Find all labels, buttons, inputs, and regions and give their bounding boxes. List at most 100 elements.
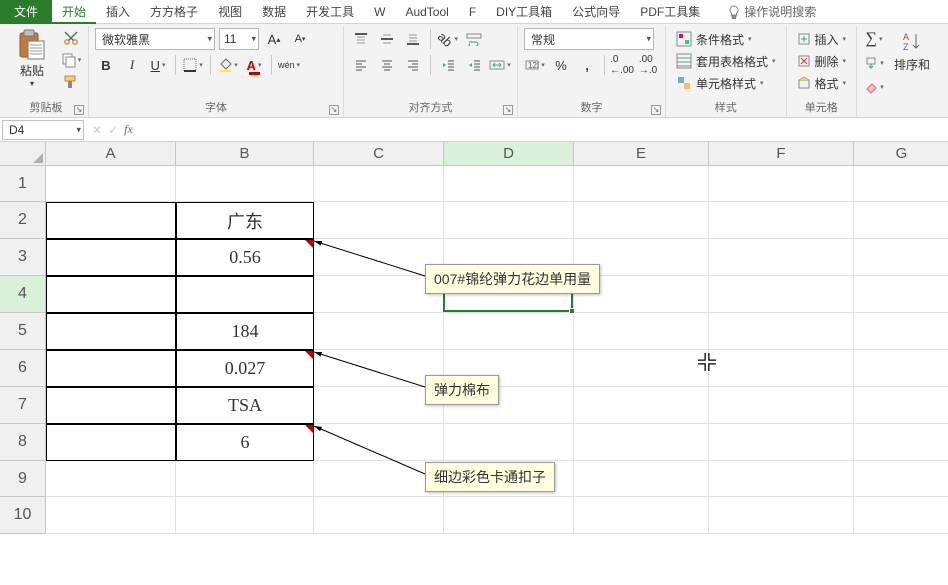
shrink-font-button[interactable]: A▾ (289, 28, 311, 50)
align-left-button[interactable] (350, 54, 372, 76)
cell-A4[interactable] (46, 276, 176, 313)
autosum-button[interactable]: ∑▾ (863, 28, 885, 50)
font-name-select[interactable]: 微软雅黑▾ (95, 28, 215, 50)
align-top-button[interactable] (350, 28, 372, 50)
row-header-3[interactable]: 3 (0, 239, 46, 276)
comment-indicator[interactable] (305, 425, 313, 433)
tab-view[interactable]: 视图 (208, 0, 252, 24)
clear-button[interactable]: ▾ (863, 76, 885, 98)
tab-audtool[interactable]: AudTool (395, 0, 458, 24)
col-header-F[interactable]: F (709, 142, 854, 166)
cell-A2[interactable] (46, 202, 176, 239)
increase-indent-button[interactable] (463, 54, 485, 76)
align-right-button[interactable] (402, 54, 424, 76)
comment-indicator[interactable] (305, 240, 313, 248)
name-box[interactable]: D4▾ (2, 120, 84, 140)
tab-dev[interactable]: 开发工具 (296, 0, 364, 24)
sort-filter-button[interactable]: AZ 排序和 (891, 28, 933, 73)
row-header-1[interactable]: 1 (0, 166, 46, 202)
align-launcher[interactable]: ↘ (503, 105, 513, 115)
col-header-A[interactable]: A (46, 142, 176, 166)
tell-me[interactable]: 操作说明搜索 (718, 0, 826, 24)
format-cells-button[interactable]: 格式▾ (793, 72, 851, 94)
enter-formula-button[interactable]: ✓ (108, 123, 118, 137)
align-center-button[interactable] (376, 54, 398, 76)
col-header-B[interactable]: B (176, 142, 314, 166)
cell-B7[interactable]: TSA (176, 387, 314, 424)
cell-B6[interactable]: 0.027 (176, 350, 314, 387)
cell-A8[interactable] (46, 424, 176, 461)
cancel-formula-button[interactable]: ✕ (92, 123, 102, 137)
col-header-G[interactable]: G (854, 142, 948, 166)
tab-data[interactable]: 数据 (252, 0, 296, 24)
fill-color-button[interactable]: ▾ (217, 54, 239, 76)
paste-button[interactable]: 粘贴 ▾ (10, 28, 54, 88)
tab-diy[interactable]: DIY工具箱 (486, 0, 562, 24)
delete-cells-button[interactable]: 删除▾ (793, 50, 851, 72)
col-header-E[interactable]: E (574, 142, 709, 166)
accounting-format-button[interactable]: 123▾ (524, 54, 546, 76)
row-header-10[interactable]: 10 (0, 497, 46, 534)
italic-button[interactable]: I (121, 54, 143, 76)
cell-A3[interactable] (46, 239, 176, 276)
spreadsheet-grid[interactable]: ABCDEFG 12345678910 广东0.561840.027TSA6 0… (0, 142, 948, 582)
formula-input[interactable] (141, 120, 948, 140)
insert-cells-button[interactable]: 插入▾ (793, 28, 851, 50)
conditional-format-button[interactable]: 条件格式▾ (672, 28, 756, 50)
cell-B8[interactable]: 6 (176, 424, 314, 461)
tab-pdf[interactable]: PDF工具集 (630, 0, 710, 24)
tab-home[interactable]: 开始 (52, 0, 96, 24)
grow-font-button[interactable]: A▴ (263, 28, 285, 50)
cell-A5[interactable] (46, 313, 176, 350)
comment-indicator[interactable] (305, 351, 313, 359)
cell-B5[interactable]: 184 (176, 313, 314, 350)
tab-file[interactable]: 文件 (0, 0, 52, 24)
borders-button[interactable]: ▾ (182, 54, 204, 76)
font-size-select[interactable]: 11▾ (219, 28, 259, 50)
row-header-5[interactable]: 5 (0, 313, 46, 350)
cut-button[interactable] (60, 28, 82, 48)
tab-w[interactable]: W (364, 0, 395, 24)
increase-decimal-button[interactable]: .0←.00 (611, 54, 633, 76)
select-all-corner[interactable] (0, 142, 46, 166)
clipboard-launcher[interactable]: ↘ (74, 105, 84, 115)
tab-insert[interactable]: 插入 (96, 0, 140, 24)
cell-styles-button[interactable]: 单元格样式▾ (672, 72, 768, 94)
tab-f[interactable]: F (459, 0, 486, 24)
cell-A6[interactable] (46, 350, 176, 387)
fx-icon[interactable]: fx (124, 122, 133, 137)
wrap-text-button[interactable] (463, 28, 485, 50)
cell-B3[interactable]: 0.56 (176, 239, 314, 276)
orientation-button[interactable]: ab▾ (437, 28, 459, 50)
decrease-decimal-button[interactable]: .00→.0 (637, 54, 659, 76)
row-header-9[interactable]: 9 (0, 461, 46, 497)
align-bottom-button[interactable] (402, 28, 424, 50)
decrease-indent-button[interactable] (437, 54, 459, 76)
format-painter-button[interactable] (60, 72, 82, 92)
percent-button[interactable]: % (550, 54, 572, 76)
col-header-C[interactable]: C (314, 142, 444, 166)
copy-button[interactable]: ▾ (60, 50, 82, 70)
number-format-select[interactable]: 常规▾ (524, 28, 654, 50)
underline-button[interactable]: U▾ (147, 54, 169, 76)
cell-A7[interactable] (46, 387, 176, 424)
table-format-button[interactable]: 套用表格格式▾ (672, 50, 780, 72)
number-launcher[interactable]: ↘ (651, 105, 661, 115)
row-header-6[interactable]: 6 (0, 350, 46, 387)
bold-button[interactable]: B (95, 54, 117, 76)
font-color-button[interactable]: A ▾ (243, 54, 265, 76)
align-middle-button[interactable] (376, 28, 398, 50)
row-header-8[interactable]: 8 (0, 424, 46, 461)
tab-formula-guide[interactable]: 公式向导 (562, 0, 630, 24)
phonetic-button[interactable]: wén▾ (278, 54, 300, 76)
font-launcher[interactable]: ↘ (329, 105, 339, 115)
fill-button[interactable]: ▾ (863, 52, 885, 74)
col-header-D[interactable]: D (444, 142, 574, 166)
row-header-7[interactable]: 7 (0, 387, 46, 424)
row-header-2[interactable]: 2 (0, 202, 46, 239)
cell-B4[interactable] (176, 276, 314, 313)
merge-center-button[interactable]: ▾ (489, 54, 511, 76)
tab-ffgz[interactable]: 方方格子 (140, 0, 208, 24)
cell-B2[interactable]: 广东 (176, 202, 314, 239)
row-header-4[interactable]: 4 (0, 276, 46, 313)
